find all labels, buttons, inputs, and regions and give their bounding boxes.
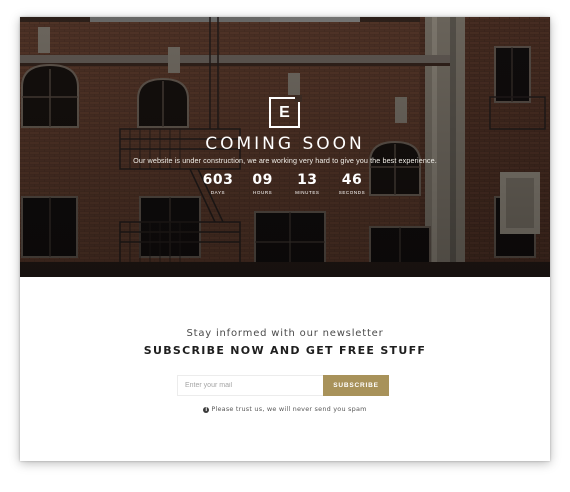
subscribe-form: SUBSCRIBE (177, 375, 389, 396)
countdown-value: 46 (341, 172, 363, 188)
email-input[interactable] (177, 375, 323, 396)
newsletter-section: Stay informed with our newsletter SUBSCR… (20, 277, 550, 461)
countdown-days: 603 DAYS (200, 172, 236, 202)
page-title: COMING SOON (205, 134, 365, 154)
countdown-seconds: 46 SECONDS (334, 172, 370, 202)
landing-page-card: E COMING SOON Our website is under const… (20, 17, 550, 461)
countdown-value: 603 (202, 172, 234, 188)
countdown-label: MINUTES (295, 190, 320, 195)
spam-notice-text: Please trust us, we will never send you … (211, 405, 367, 413)
newsletter-title: SUBSCRIBE NOW AND GET FREE STUFF (143, 344, 427, 357)
countdown-label: HOURS (253, 190, 273, 195)
countdown-value: 09 (252, 172, 273, 188)
spam-notice: i Please trust us, we will never send you… (20, 405, 550, 413)
countdown-label: DAYS (210, 190, 226, 195)
countdown-hours: 09 HOURS (245, 172, 281, 202)
countdown-label: SECONDS (338, 190, 366, 195)
hero-overlay: E COMING SOON Our website is under const… (20, 17, 550, 277)
info-circle-icon: i (203, 407, 210, 413)
newsletter-intro: Stay informed with our newsletter (186, 328, 384, 339)
countdown-timer: 603 DAYS 09 HOURS 13 MINUTES 46 SECONDS (200, 172, 370, 202)
hero-subtitle: Our website is under construction, we ar… (133, 156, 437, 165)
countdown-minutes: 13 MINUTES (289, 172, 325, 202)
logo-letter: E (279, 104, 290, 121)
subscribe-button[interactable]: SUBSCRIBE (323, 375, 389, 396)
hero-section: E COMING SOON Our website is under const… (20, 17, 550, 277)
countdown-value: 13 (297, 172, 318, 188)
logo[interactable]: E (269, 95, 302, 128)
